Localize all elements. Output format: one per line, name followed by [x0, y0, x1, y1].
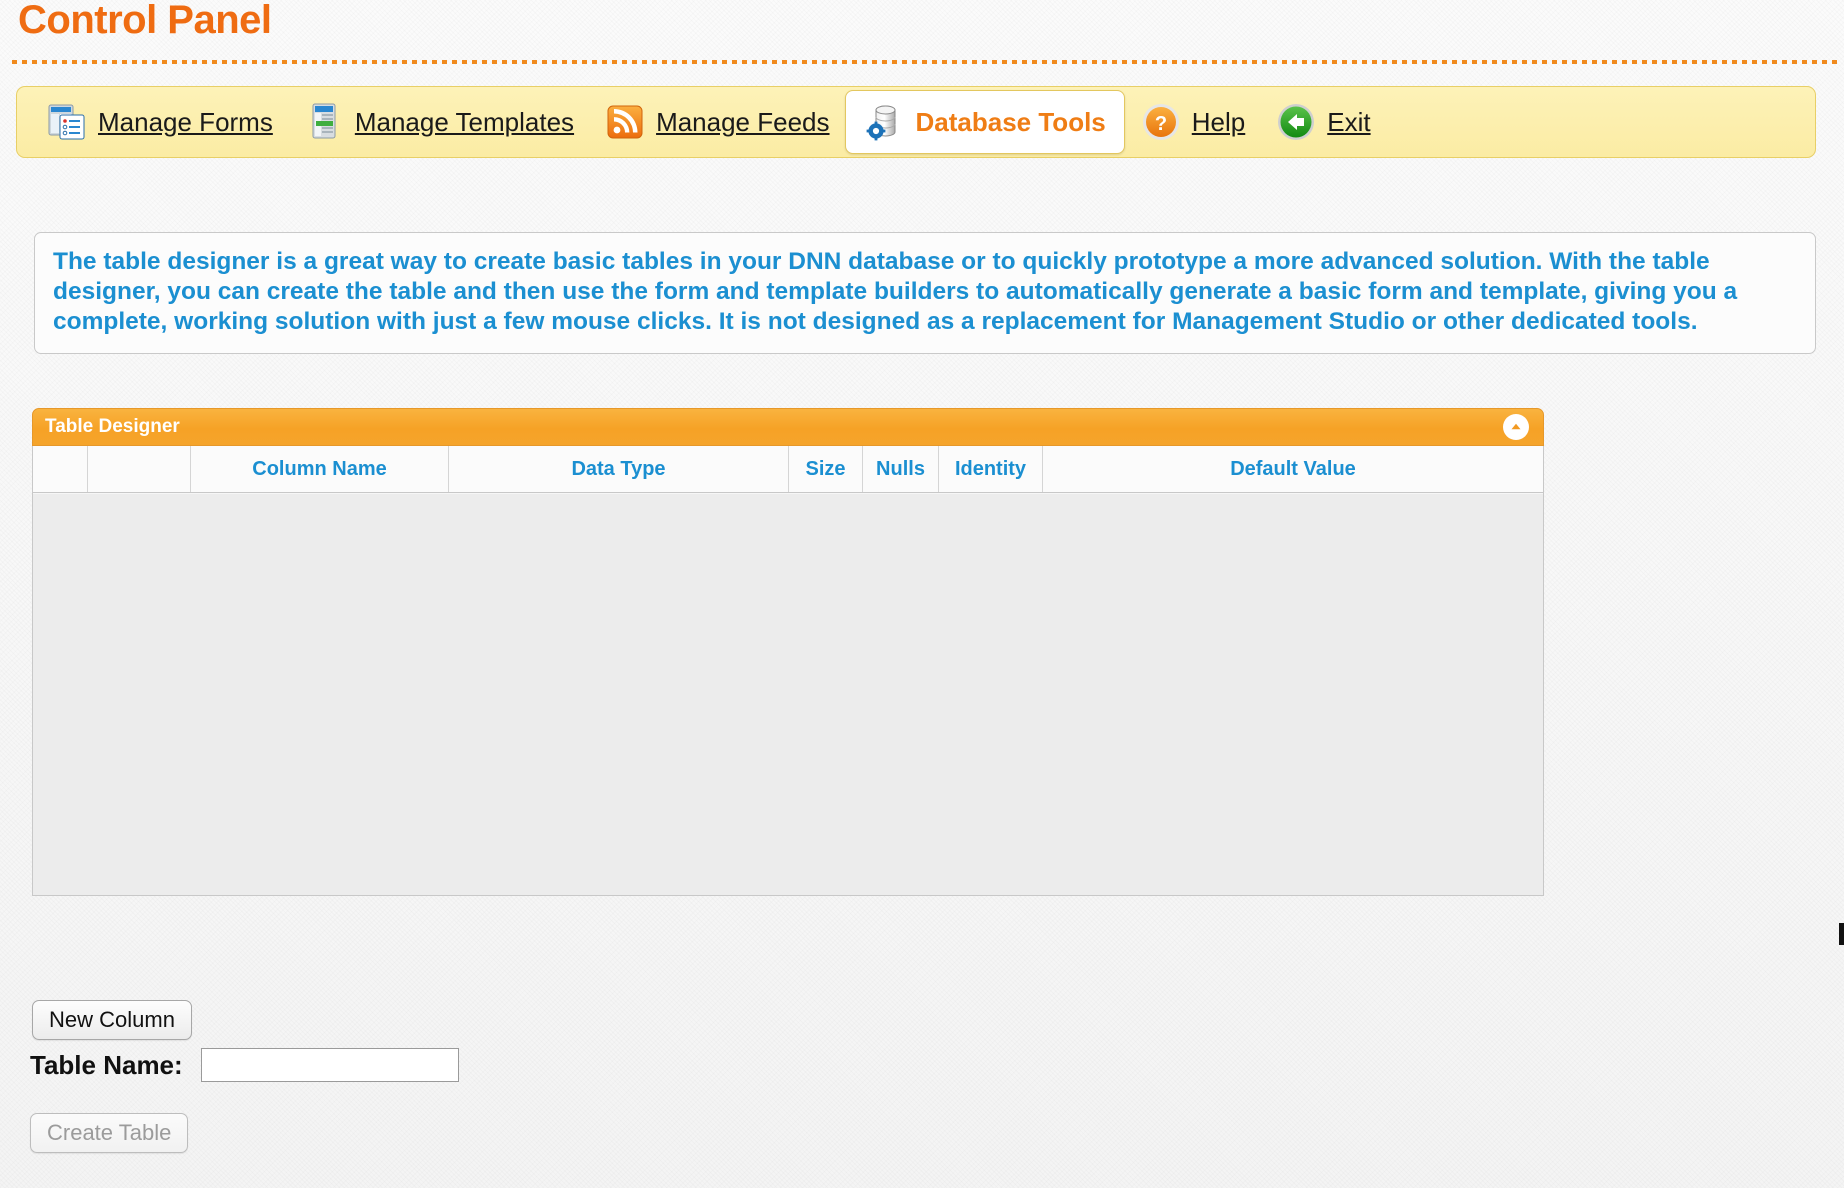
table-name-row: Table Name: — [30, 1048, 459, 1082]
create-table-button[interactable]: Create Table — [30, 1113, 189, 1153]
column-header-default-value: Default Value — [1230, 457, 1356, 480]
column-header-column-name: Column Name — [191, 446, 449, 492]
table-designer-header: Table Designer — [32, 408, 1544, 446]
toolbar-item-manage-forms[interactable]: Manage Forms — [31, 92, 288, 152]
table-name-label: Table Name: — [30, 1049, 183, 1080]
help-icon: ? — [1140, 101, 1182, 143]
toolbar-item-manage-feeds[interactable]: Manage Feeds — [589, 92, 844, 152]
column-header-handle — [33, 446, 88, 492]
title-divider — [12, 60, 1838, 64]
forms-icon — [46, 101, 88, 143]
column-header-actions — [88, 446, 191, 492]
toolbar-item-label: Help — [1191, 106, 1246, 137]
column-header-nulls: Nulls — [863, 446, 939, 492]
column-header-size: Size — [789, 446, 863, 492]
table-designer-rows-area — [32, 493, 1544, 896]
rss-feed-icon — [604, 101, 646, 143]
table-designer-panel: Table Designer Column Name Data Type Siz… — [32, 408, 1544, 896]
toolbar-item-manage-templates[interactable]: Manage Templates — [288, 92, 589, 152]
database-tools-icon — [864, 101, 906, 143]
info-panel: The table designer is a great way to cre… — [34, 232, 1816, 354]
create-table-button-wrap: Create Table — [30, 1113, 189, 1153]
templates-icon — [303, 101, 345, 143]
toolbar-item-label: Manage Forms — [98, 106, 273, 137]
table-designer-column-headers: Column Name Data Type Size Nulls Identit… — [32, 446, 1544, 493]
chevron-up-icon[interactable] — [1503, 414, 1529, 440]
toolbar-item-exit[interactable]: Exit — [1260, 92, 1385, 152]
toolbar-item-label: Manage Templates — [354, 106, 575, 137]
info-panel-text: The table designer is a great way to cre… — [53, 248, 1738, 335]
table-name-input[interactable] — [200, 1048, 459, 1082]
toolbar-item-label: Database Tools — [915, 106, 1106, 137]
mouse-cursor — [1839, 923, 1844, 945]
toolbar-item-label: Manage Feeds — [656, 106, 830, 137]
toolbar-item-label: Exit — [1327, 106, 1371, 137]
toolbar-item-database-tools[interactable]: Database Tools — [844, 90, 1125, 154]
table-designer-title: Table Designer — [45, 416, 180, 437]
column-header-data-type: Data Type — [449, 446, 789, 492]
svg-text:?: ? — [1155, 113, 1167, 135]
page-title: Control Panel — [18, 0, 272, 42]
new-column-button[interactable]: New Column — [32, 1000, 192, 1040]
column-header-identity: Identity — [939, 446, 1043, 492]
exit-icon — [1275, 101, 1317, 143]
main-toolbar: Manage Forms Manage Templates Manage Fee… — [16, 86, 1816, 158]
new-column-button-wrap: New Column — [32, 1000, 192, 1040]
toolbar-item-help[interactable]: ? Help — [1125, 92, 1260, 152]
